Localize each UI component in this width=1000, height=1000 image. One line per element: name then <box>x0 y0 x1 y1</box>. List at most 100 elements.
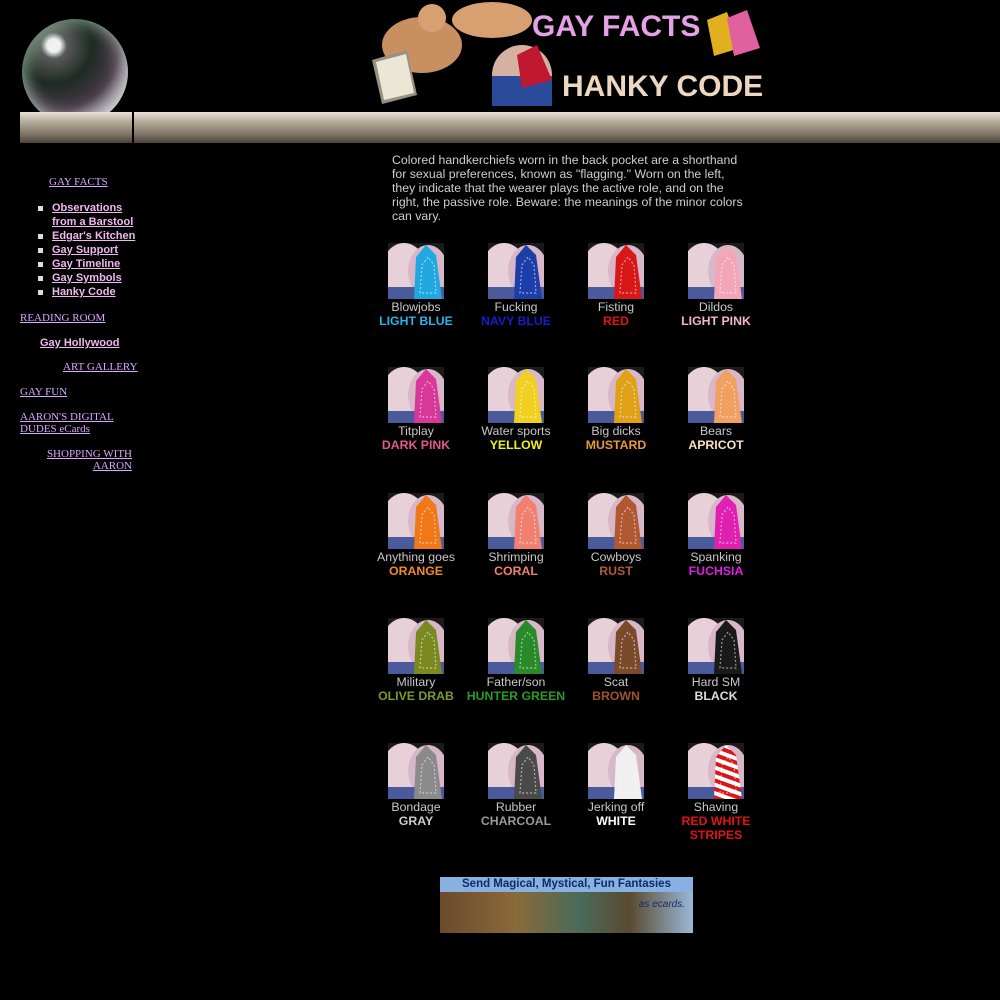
hanky-color-name: RUST <box>599 564 633 578</box>
hanky-pocket-icon <box>388 618 444 674</box>
hanky-color-name: ORANGE <box>389 564 443 578</box>
hanky-cell: Bondage GRAY <box>366 743 466 828</box>
hanky-pocket-icon <box>488 243 544 299</box>
hanky-color-name: RED WHITE STRIPES <box>681 814 751 842</box>
hanky-activity-label: Father/son <box>486 675 546 689</box>
hanky-cell: Fucking NAVY BLUE <box>466 243 566 328</box>
ecard-banner-title: Send Magical, Mystical, Fun Fantasies <box>440 877 693 892</box>
hanky-color-name: WHITE <box>596 814 636 828</box>
hanky-color-name: NAVY BLUE <box>481 314 551 328</box>
hanky-activity-label: Cowboys <box>590 550 642 564</box>
hanky-pocket-icon <box>388 743 444 799</box>
link-gay-timeline[interactable]: Gay Timeline <box>52 258 120 270</box>
hanky-color-name: LIGHT PINK <box>681 314 751 328</box>
hanky-activity-label: Shrimping <box>488 550 544 564</box>
hanky-color-name: GRAY <box>398 814 434 828</box>
hanky-color-name: HUNTER GREEN <box>466 689 566 703</box>
hanky-pocket-icon <box>588 618 644 674</box>
hanky-activity-label: Titplay <box>398 424 434 438</box>
hanky-color-name: BLACK <box>694 689 738 703</box>
hanky-cell: Big dicks MUSTARD <box>566 367 666 452</box>
hanky-color-name: MUSTARD <box>585 438 647 452</box>
nav-gay-hollywood[interactable]: Gay Hollywood <box>40 337 119 349</box>
nav-art-gallery[interactable]: ART GALLERY <box>63 361 138 373</box>
hanky-activity-label: Rubber <box>495 800 537 814</box>
submenu-item: Hanky Code <box>38 285 142 299</box>
hanky-activity-label: Fucking <box>494 300 538 314</box>
hanky-pocket-icon <box>488 743 544 799</box>
hanky-activity-label: Anything goes <box>377 550 455 564</box>
hanky-cell: Rubber CHARCOAL <box>466 743 566 828</box>
link-hanky-code[interactable]: Hanky Code <box>52 286 116 298</box>
hanky-color-name: OLIVE DRAB <box>378 689 454 703</box>
hanky-pocket-icon <box>588 367 644 423</box>
hanky-pocket-icon <box>688 618 744 674</box>
hanky-color-name: APRICOT <box>688 438 744 452</box>
hanky-color-name: YELLOW <box>489 438 543 452</box>
hanky-cell: Father/son HUNTER GREEN <box>466 618 566 703</box>
banner-title-gay-facts: GAY FACTS <box>532 10 700 43</box>
hanky-activity-label: Fisting <box>597 300 635 314</box>
hanky-activity-label: Military <box>396 675 436 689</box>
hanky-activity-label: Jerking off <box>587 800 645 814</box>
link-observations-from-a-barstool[interactable]: Observations from a Barstool <box>52 202 133 228</box>
hanky-activity-label: Blowjobs <box>391 300 441 314</box>
submenu-item: Edgar's Kitchen <box>38 229 142 243</box>
hanky-pocket-icon <box>688 743 744 799</box>
hanky-cell: Bears APRICOT <box>666 367 766 452</box>
hanky-cell: Hard SM BLACK <box>666 618 766 703</box>
hanky-activity-label: Scat <box>603 675 629 689</box>
hanky-pocket-icon <box>488 618 544 674</box>
hanky-cell: Jerking off WHITE <box>566 743 666 828</box>
link-gay-support[interactable]: Gay Support <box>52 244 118 256</box>
nav-shopping-with-aaron[interactable]: SHOPPING WITH AARON <box>40 448 132 472</box>
hanky-cell: Scat BROWN <box>566 618 666 703</box>
header-banner: GAY FACTS HANKY CODE <box>362 0 768 108</box>
hanky-pocket-icon <box>688 243 744 299</box>
nav-bar-left <box>20 112 132 143</box>
hanky-cell: Military OLIVE DRAB <box>366 618 466 703</box>
hanky-activity-label: Dildos <box>698 300 734 314</box>
hanky-cell: Cowboys RUST <box>566 493 666 578</box>
hanky-cell: Water sports YELLOW <box>466 367 566 452</box>
submenu-item: Gay Timeline <box>38 257 142 271</box>
banner-title-hanky-code: HANKY CODE <box>562 70 763 103</box>
hanky-color-name: FUCHSIA <box>688 564 744 578</box>
hanky-pocket-icon <box>588 243 644 299</box>
hanky-activity-label: Big dicks <box>591 424 641 438</box>
ecard-banner[interactable]: Send Magical, Mystical, Fun Fantasies as… <box>440 877 693 933</box>
link-edgars-kitchen[interactable]: Edgar's Kitchen <box>52 230 135 242</box>
banner-graphic: GAY FACTS HANKY CODE <box>372 2 763 106</box>
hanky-activity-label: Water sports <box>481 424 551 438</box>
hanky-pocket-icon <box>388 243 444 299</box>
submenu-item: Gay Symbols <box>38 271 142 285</box>
hanky-pocket-icon <box>688 493 744 549</box>
hanky-cell: Anything goes ORANGE <box>366 493 466 578</box>
hanky-activity-label: Spanking <box>690 550 742 564</box>
hanky-pocket-icon <box>588 493 644 549</box>
nav-gay-fun[interactable]: GAY FUN <box>20 386 67 398</box>
hanky-pocket-icon <box>488 493 544 549</box>
hanky-activity-label: Hard SM <box>691 675 741 689</box>
hanky-cell: Spanking FUCHSIA <box>666 493 766 578</box>
submenu-item: Gay Support <box>38 243 142 257</box>
hanky-activity-label: Shaving <box>693 800 739 814</box>
ecard-banner-side-text: as ecards. <box>638 899 685 910</box>
submenu-item: Observations from a Barstool <box>38 201 142 229</box>
crystal-ball-logo <box>22 19 128 125</box>
link-gay-symbols[interactable]: Gay Symbols <box>52 272 122 284</box>
intro-paragraph: Colored handkerchiefs worn in the back p… <box>392 153 743 223</box>
nav-reading-room[interactable]: READING ROOM <box>20 312 105 324</box>
gay-facts-submenu: Observations from a Barstool Edgar's Kit… <box>38 201 142 299</box>
hanky-activity-label: Bondage <box>391 800 441 814</box>
hanky-color-name: LIGHT BLUE <box>379 314 453 328</box>
hanky-pocket-icon <box>488 367 544 423</box>
hanky-color-name: RED <box>603 314 629 328</box>
nav-aarons-digital-dudes-ecards[interactable]: AARON'S DIGITAL DUDES eCards <box>20 411 120 435</box>
nav-gay-facts[interactable]: GAY FACTS <box>49 176 108 188</box>
hanky-pocket-icon <box>388 493 444 549</box>
hanky-pocket-icon <box>388 367 444 423</box>
hanky-cell: Blowjobs LIGHT BLUE <box>366 243 466 328</box>
nav-bar-right <box>134 112 1000 143</box>
hanky-color-name: DARK PINK <box>381 438 451 452</box>
